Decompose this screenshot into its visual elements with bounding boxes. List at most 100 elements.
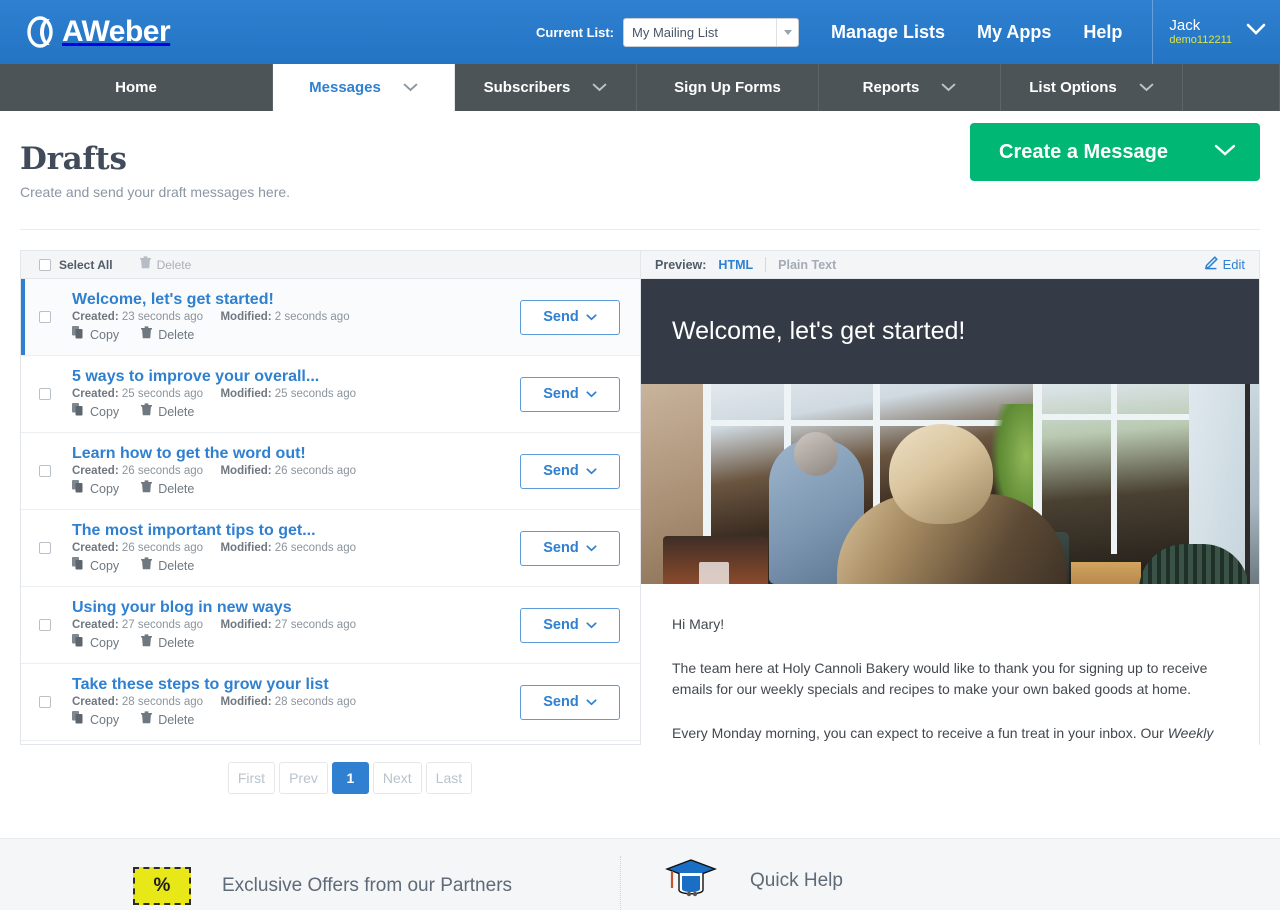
nav-item-list-options[interactable]: List Options — [1001, 64, 1183, 111]
created-label: Created: — [72, 387, 119, 400]
nav-label: Subscribers — [483, 79, 571, 96]
draft-title-link[interactable]: Take these steps to grow your list — [72, 676, 520, 694]
my-apps-link[interactable]: My Apps — [977, 22, 1051, 43]
manage-lists-link[interactable]: Manage Lists — [831, 22, 945, 43]
current-list-select[interactable]: My Mailing List — [623, 17, 800, 47]
current-list-dropdown-arrow[interactable] — [776, 18, 798, 46]
draft-title-link[interactable]: Using your blog in new ways — [72, 599, 520, 617]
table-row[interactable]: Welcome, let's get started! Created: 23 … — [21, 279, 640, 356]
delete-button[interactable]: Delete — [141, 325, 194, 344]
current-list-value: My Mailing List — [632, 24, 718, 40]
delete-button[interactable]: Delete — [141, 633, 194, 652]
table-row[interactable]: Using your blog in new ways Created: 27 … — [21, 587, 640, 664]
draft-title-link[interactable]: 5 ways to improve your overall... — [72, 368, 520, 386]
select-all-checkbox[interactable] — [39, 258, 51, 271]
send-button[interactable]: Send — [520, 684, 620, 720]
chevron-down-icon — [586, 309, 597, 325]
row-checkbox[interactable] — [39, 696, 51, 708]
send-button[interactable]: Send — [520, 607, 620, 643]
pagination-last[interactable]: Last — [425, 762, 473, 794]
copy-button[interactable]: Copy — [72, 479, 119, 498]
created-value: 28 seconds ago — [121, 695, 204, 708]
tab-html[interactable]: HTML — [718, 258, 753, 272]
chevron-down-icon — [592, 79, 607, 96]
send-button[interactable]: Send — [520, 530, 620, 566]
bulk-delete-button[interactable]: Delete — [139, 255, 191, 274]
copy-button[interactable]: Copy — [72, 325, 120, 344]
modified-label: Modified: — [220, 464, 272, 477]
nav-item-subscribers[interactable]: Subscribers — [455, 64, 637, 111]
help-link[interactable]: Help — [1083, 22, 1122, 43]
pagination-page-1[interactable]: 1 — [331, 762, 369, 794]
table-row[interactable]: 5 ways to improve your overall... Create… — [21, 356, 640, 433]
row-checkbox[interactable] — [39, 465, 51, 477]
trash-icon — [139, 255, 151, 274]
email-paragraph-2-text: Every Monday morning, you can expect to … — [672, 725, 1168, 742]
created-label: Created: — [72, 310, 119, 323]
draft-title-link[interactable]: Learn how to get the word out! — [72, 445, 520, 463]
table-row[interactable]: Take these steps to grow your list Creat… — [21, 664, 640, 741]
delete-label: Delete — [158, 404, 195, 419]
nav-item-reports[interactable]: Reports — [819, 64, 1001, 111]
edit-button[interactable]: Edit — [1204, 256, 1245, 273]
trash-icon — [141, 710, 153, 729]
created-label: Created: — [72, 695, 119, 708]
pagination-first[interactable]: First — [227, 762, 276, 794]
chevron-down-icon — [586, 463, 597, 479]
draft-title-link[interactable]: The most important tips to get... — [72, 522, 520, 540]
draft-info: Learn how to get the word out! Created: … — [51, 445, 520, 498]
create-a-message-button[interactable]: Create a Message — [970, 123, 1260, 181]
created-value: 26 seconds ago — [121, 541, 204, 554]
tab-plain-text[interactable]: Plain Text — [778, 258, 836, 272]
send-button[interactable]: Send — [520, 453, 620, 489]
footer-help-section[interactable]: Quick Help — [620, 856, 843, 910]
created-label: Created: — [72, 541, 119, 554]
table-row[interactable]: The most important tips to get... Create… — [21, 510, 640, 587]
copy-label: Copy — [90, 327, 120, 342]
edit-label: Edit — [1222, 257, 1245, 272]
delete-button[interactable]: Delete — [141, 710, 195, 729]
send-label: Send — [543, 386, 579, 402]
pencil-icon — [1204, 256, 1218, 273]
delete-button[interactable]: Delete — [141, 479, 195, 498]
draft-info: The most important tips to get... Create… — [51, 522, 520, 575]
table-row[interactable]: Learn how to get the word out! Created: … — [21, 433, 640, 510]
pagination-prev[interactable]: Prev — [279, 762, 328, 794]
copy-button[interactable]: Copy — [72, 556, 119, 575]
main-navigation: Home Messages Subscribers Sign Up Forms … — [0, 64, 1280, 111]
copy-button[interactable]: Copy — [72, 710, 119, 729]
created-value: 26 seconds ago — [121, 464, 204, 477]
row-checkbox[interactable] — [39, 311, 51, 323]
row-checkbox[interactable] — [39, 542, 51, 554]
email-preview-stage: Welcome, let's get started! Hi Mary! The… — [641, 279, 1259, 745]
nav-item-sign-up-forms[interactable]: Sign Up Forms — [637, 64, 819, 111]
send-button[interactable]: Send — [520, 299, 620, 335]
graduation-cap-icon — [663, 856, 719, 905]
footer-offers-title: Exclusive Offers from our Partners — [222, 875, 513, 896]
nav-item-messages[interactable]: Messages — [273, 64, 455, 111]
nav-label: Reports — [862, 79, 920, 96]
nav-label: Home — [115, 79, 157, 96]
copy-button[interactable]: Copy — [72, 633, 119, 652]
user-menu[interactable]: Jack demo112211 — [1152, 0, 1280, 64]
pagination-next[interactable]: Next — [372, 762, 422, 794]
user-account-id: demo112211 — [1169, 34, 1232, 47]
send-label: Send — [543, 540, 579, 556]
footer-offers-section[interactable]: % Exclusive Offers from our Partners — [0, 867, 620, 910]
row-checkbox[interactable] — [39, 388, 51, 400]
cafe-photo — [641, 384, 1259, 584]
delete-label: Delete — [158, 481, 195, 496]
send-button[interactable]: Send — [520, 376, 620, 412]
copy-button[interactable]: Copy — [72, 402, 119, 421]
row-checkbox[interactable] — [39, 619, 51, 631]
delete-label: Delete — [158, 712, 195, 727]
created-label: Created: — [72, 464, 119, 477]
delete-button[interactable]: Delete — [141, 402, 195, 421]
aweber-logo-link[interactable]: AWeber — [26, 15, 171, 49]
nav-item-home[interactable]: Home — [0, 64, 273, 111]
created-value: 23 seconds ago — [121, 310, 204, 323]
draft-title-link[interactable]: Welcome, let's get started! — [72, 291, 520, 309]
delete-button[interactable]: Delete — [141, 556, 194, 575]
email-body: Hi Mary! The team here at Holy Cannoli B… — [641, 584, 1259, 745]
nav-label: List Options — [1029, 79, 1117, 96]
